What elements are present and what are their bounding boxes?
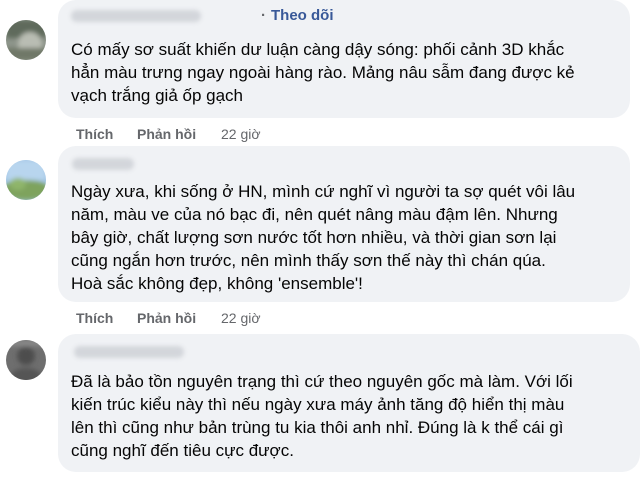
avatar[interactable]: [6, 160, 46, 200]
reply-button[interactable]: Phản hồi: [137, 310, 196, 326]
timestamp[interactable]: 22 giờ: [221, 126, 261, 142]
avatar-image: [6, 340, 46, 380]
commenter-name[interactable]: [74, 346, 184, 358]
avatar[interactable]: [6, 340, 46, 380]
follow-button[interactable]: Theo dõi: [271, 7, 334, 24]
like-button[interactable]: Thích: [76, 126, 113, 142]
avatar[interactable]: [6, 20, 46, 60]
reply-button[interactable]: Phản hồi: [137, 126, 196, 142]
comment-bubble: Đã là bảo tồn nguyên trạng thì cứ theo n…: [58, 334, 640, 472]
commenter-name[interactable]: [71, 10, 201, 22]
comment-bubble: Ngày xưa, khi sống ở HN, mình cứ nghĩ vì…: [58, 146, 630, 302]
avatar-image: [6, 20, 46, 60]
timestamp[interactable]: 22 giờ: [221, 310, 261, 326]
comment-text: Có mấy sơ suất khiến dư luận càng dậy só…: [71, 40, 575, 105]
separator-dot: ·: [261, 7, 266, 24]
like-button[interactable]: Thích: [76, 310, 113, 326]
comment-text: Ngày xưa, khi sống ở HN, mình cứ nghĩ vì…: [71, 182, 576, 293]
comment-text: Đã là bảo tồn nguyên trạng thì cứ theo n…: [71, 372, 573, 460]
avatar-image: [6, 160, 46, 200]
comment-bubble: · Theo dõi Có mấy sơ suất khiến dư luận c…: [58, 0, 630, 118]
commenter-name[interactable]: [72, 158, 134, 170]
comment-thread: · Theo dõi Có mấy sơ suất khiến dư luận c…: [0, 0, 640, 480]
